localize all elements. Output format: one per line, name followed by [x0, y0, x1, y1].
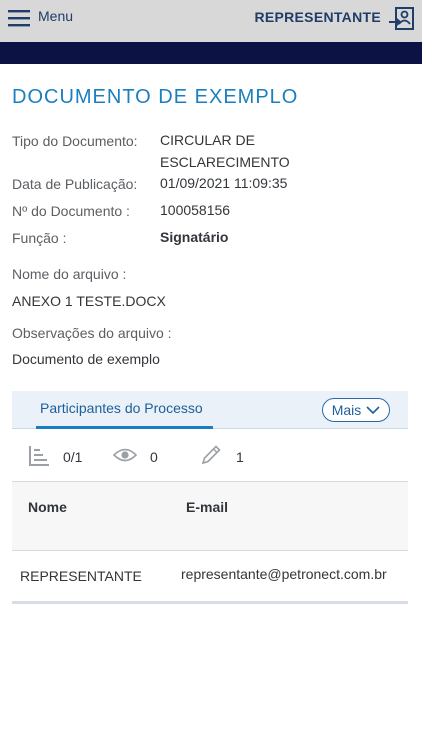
user-name[interactable]: REPRESENTANTE [254, 9, 381, 25]
menu-label[interactable]: Menu [38, 8, 73, 24]
pencil-icon [201, 445, 221, 465]
cell-nome: REPRESENTANTE [20, 568, 142, 584]
column-header-nome[interactable]: Nome [28, 499, 67, 515]
tipo-value-line1: CIRCULAR DE [160, 132, 255, 148]
header-strip [0, 42, 422, 64]
tab-participantes[interactable]: Participantes do Processo [40, 400, 203, 416]
data-value: 01/09/2021 11:09:35 [160, 175, 288, 191]
numero-value: 100058156 [160, 202, 231, 218]
tipo-label: Tipo do Documento: [12, 133, 138, 149]
participants-tab-bar: Participantes do Processo Mais [12, 391, 408, 429]
arquivo-label: Nome do arquivo : [12, 266, 127, 282]
hamburger-icon [8, 10, 30, 27]
column-header-email[interactable]: E-mail [186, 499, 228, 515]
numero-label: Nº do Documento : [12, 203, 130, 219]
funcao-label: Função : [12, 230, 67, 246]
page-title: DOCUMENTO DE EXEMPLO [12, 86, 299, 108]
menu-button[interactable] [8, 7, 32, 29]
stat-hierarchy-value: 0/1 [63, 449, 83, 465]
tipo-value-line2: ESCLARECIMENTO [160, 154, 290, 170]
data-label: Data de Publicação: [12, 176, 138, 192]
logout-icon[interactable] [388, 5, 416, 33]
top-bar: Menu REPRESENTANTE [0, 0, 422, 42]
participants-stats: 0/1 0 1 [12, 441, 408, 471]
eye-icon [113, 448, 137, 462]
table-row[interactable]: REPRESENTANTE representante@petronect.co… [12, 551, 408, 604]
cell-email: representante@petronect.com.br [181, 566, 387, 582]
table-header: Nome E-mail [12, 481, 408, 551]
stat-signatures-value: 1 [236, 449, 244, 465]
tab-active-indicator [36, 426, 213, 429]
funcao-value: Signatário [160, 229, 229, 245]
arquivo-value[interactable]: ANEXO 1 TESTE.DOCX [12, 293, 166, 309]
hierarchy-icon [29, 446, 49, 466]
more-button[interactable]: Mais [322, 398, 390, 422]
stat-views-value: 0 [150, 449, 158, 465]
more-button-label: Mais [331, 402, 362, 418]
chevron-down-icon [366, 405, 380, 414]
observacoes-value: Documento de exemplo [12, 351, 160, 367]
observacoes-label: Observações do arquivo : [12, 325, 172, 341]
